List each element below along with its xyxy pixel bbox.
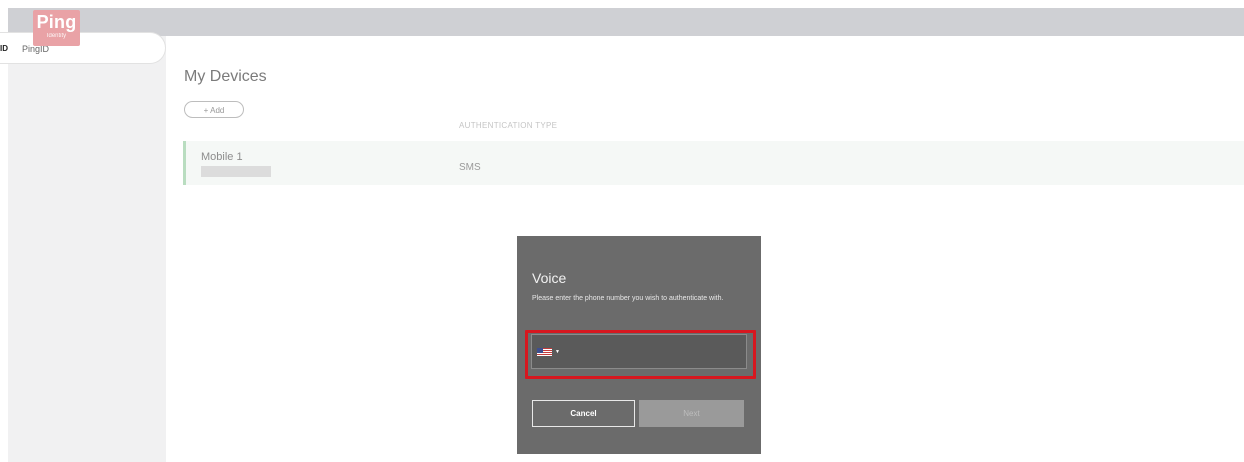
ping-identity-logo[interactable]: Ping Identity [33,10,80,46]
sidebar-item-pingid[interactable]: ID PingID [0,32,166,64]
dialog-title: Voice [532,270,567,286]
add-device-button[interactable]: + Add [184,101,244,118]
voice-dialog: Voice Please enter the phone number you … [517,236,761,454]
column-header-authentication-type: AUTHENTICATION TYPE [459,121,558,130]
device-auth-type: SMS [459,162,481,173]
page-title: My Devices [184,68,267,85]
top-bar [8,8,1244,36]
dialog-description: Please enter the phone number you wish t… [532,295,724,302]
logo-text: Ping [36,12,77,32]
device-name: Mobile 1 [201,151,243,163]
next-button[interactable]: Next [639,400,744,427]
sidebar [8,36,166,462]
logo-subtext: Identity [46,33,67,39]
pingid-icon: ID [0,44,8,53]
cancel-button[interactable]: Cancel [532,400,635,427]
device-row[interactable]: Mobile 1 SMS [183,141,1244,185]
red-highlight-box [525,330,756,379]
redacted-phone-number [201,166,271,177]
